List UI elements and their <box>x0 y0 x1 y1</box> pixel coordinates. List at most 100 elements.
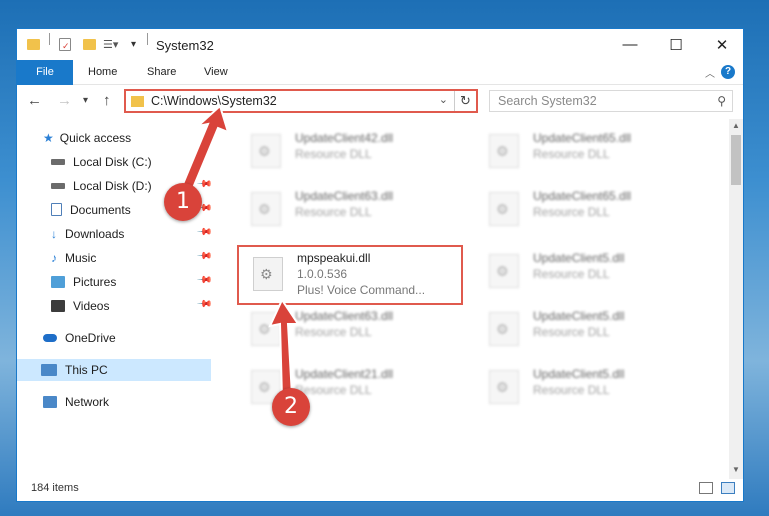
navigation-pane: ★ Quick access Local Disk (C:) Local Disk… <box>17 125 213 465</box>
sidebar-item-label: OneDrive <box>65 331 116 345</box>
refresh-icon[interactable]: ↻ <box>454 91 476 111</box>
pictures-icon <box>51 276 65 288</box>
sidebar-item-pictures[interactable]: Pictures <box>51 271 116 293</box>
music-icon: ♪ <box>51 251 57 265</box>
tab-view[interactable]: View <box>192 60 240 85</box>
file-name: UpdateClient5.dll <box>533 367 625 381</box>
file-item[interactable]: UpdateClient42.dll Resource DLL <box>237 127 457 175</box>
tab-file[interactable]: File <box>17 60 73 85</box>
sidebar-item-local-disk-d[interactable]: Local Disk (D:) <box>51 175 152 197</box>
dll-file-icon <box>489 312 519 346</box>
file-name: UpdateClient5.dll <box>533 251 625 265</box>
navigation-bar: ← → ▾ ↑ C:\Windows\System32 ⌄ ↻ Search S… <box>17 86 743 116</box>
file-name: UpdateClient5.dll <box>533 309 625 323</box>
address-path: C:\Windows\System32 <box>151 94 277 108</box>
scroll-up-icon[interactable]: ▲ <box>729 121 743 133</box>
pin-icon[interactable]: 📌 <box>196 272 213 289</box>
star-icon: ★ <box>43 131 54 145</box>
customize-icon[interactable]: ☰▾ <box>103 38 118 56</box>
file-item[interactable]: UpdateClient65.dll Resource DLL <box>475 127 695 175</box>
large-icons-view-icon[interactable] <box>721 482 735 494</box>
file-list: UpdateClient42.dll Resource DLL UpdateCl… <box>227 119 731 479</box>
address-bar[interactable]: C:\Windows\System32 ⌄ ↻ <box>124 89 478 113</box>
minimize-button[interactable]: — <box>607 29 653 60</box>
file-version: 1.0.0.536 <box>297 267 348 281</box>
step-1-badge: 1 <box>164 183 202 221</box>
sidebar-item-local-disk-c[interactable]: Local Disk (C:) <box>51 151 152 173</box>
drive-icon <box>51 159 65 165</box>
file-item[interactable]: UpdateClient5.dll Resource DLL <box>475 305 695 353</box>
sidebar-item-label: Pictures <box>73 275 117 289</box>
file-name: UpdateClient65.dll <box>533 131 632 145</box>
sidebar-item-label: Documents <box>70 203 131 217</box>
file-item[interactable]: UpdateClient65.dll Resource DLL <box>475 185 695 233</box>
file-item-mpspeakui[interactable]: mpspeakui.dll 1.0.0.536 Plus! Voice Comm… <box>237 245 463 305</box>
sidebar-item-label: Local Disk (D:) <box>73 179 152 193</box>
file-type: Resource DLL <box>295 205 372 219</box>
folder-icon <box>131 96 144 107</box>
file-item[interactable]: UpdateClient21.dll Resource DLL <box>237 363 457 411</box>
file-name: UpdateClient21.dll <box>295 367 394 381</box>
dll-file-icon <box>489 192 519 226</box>
sidebar-item-quick-access[interactable]: ★ Quick access <box>43 127 131 149</box>
sidebar-item-music[interactable]: ♪ Music <box>51 247 96 269</box>
sidebar-item-label: Videos <box>73 299 110 313</box>
file-item[interactable]: UpdateClient63.dll Resource DLL <box>237 185 457 233</box>
sidebar-item-label: Quick access <box>59 131 132 145</box>
file-item[interactable]: UpdateClient63.dll Resource DLL <box>237 305 457 353</box>
file-explorer-window: ✓ ☰▾ ▾ System32 — ☐ ✕ File Home Share Vi… <box>16 28 744 502</box>
documents-icon <box>51 203 62 216</box>
dll-file-icon <box>253 257 283 291</box>
chevron-down-icon[interactable]: ⌄ <box>439 93 448 106</box>
dll-file-icon <box>489 254 519 288</box>
forward-arrow-icon[interactable]: → <box>57 92 72 109</box>
qat-dropdown-icon[interactable]: ▾ <box>131 39 136 57</box>
cloud-icon <box>43 334 57 342</box>
downloads-icon: ↓ <box>51 227 57 241</box>
divider <box>49 33 50 45</box>
expand-ribbon-icon[interactable]: ︿ <box>705 65 715 80</box>
tab-share[interactable]: Share <box>135 60 188 85</box>
file-item[interactable]: UpdateClient5.dll Resource DLL <box>475 247 695 295</box>
search-icon[interactable]: ⚲ <box>717 94 726 108</box>
window-title: System32 <box>156 38 214 53</box>
file-item[interactable]: UpdateClient5.dll Resource DLL <box>475 363 695 411</box>
scroll-down-icon[interactable]: ▼ <box>729 465 743 477</box>
status-bar: 184 items <box>17 477 743 501</box>
file-name: UpdateClient65.dll <box>533 189 632 203</box>
sidebar-item-documents[interactable]: Documents <box>51 199 131 221</box>
recent-locations-icon[interactable]: ▾ <box>83 95 88 106</box>
sidebar-item-label: This PC <box>65 363 108 377</box>
file-type: Resource DLL <box>295 325 372 339</box>
help-icon[interactable]: ? <box>721 65 735 79</box>
pin-icon[interactable]: 📌 <box>196 248 213 265</box>
sidebar-item-this-pc[interactable]: This PC <box>17 359 211 381</box>
scrollbar-thumb[interactable] <box>731 135 741 185</box>
network-icon <box>43 396 57 408</box>
back-arrow-icon[interactable]: ← <box>27 92 42 109</box>
search-input[interactable]: Search System32 ⚲ <box>489 90 733 112</box>
pin-icon[interactable]: 📌 <box>196 224 213 241</box>
sidebar-item-downloads[interactable]: ↓ Downloads <box>51 223 124 245</box>
vertical-scrollbar[interactable]: ▲ ▼ <box>729 119 743 479</box>
details-view-icon[interactable] <box>699 482 713 494</box>
title-bar: ✓ ☰▾ ▾ System32 — ☐ ✕ <box>17 29 743 60</box>
close-button[interactable]: ✕ <box>699 29 743 60</box>
file-type: Resource DLL <box>295 383 372 397</box>
videos-icon <box>51 300 65 312</box>
ribbon: File Home Share View ︿ ? <box>17 60 743 85</box>
sidebar-item-network[interactable]: Network <box>43 391 109 413</box>
sidebar-item-videos[interactable]: Videos <box>51 295 109 317</box>
properties-icon[interactable]: ✓ <box>59 38 71 51</box>
maximize-button[interactable]: ☐ <box>653 29 699 60</box>
tab-home[interactable]: Home <box>76 60 129 85</box>
file-type: Resource DLL <box>533 383 610 397</box>
sidebar-item-label: Network <box>65 395 110 409</box>
item-count: 184 items <box>31 482 79 494</box>
file-name: UpdateClient63.dll <box>295 309 394 323</box>
file-name: UpdateClient63.dll <box>295 189 394 203</box>
sidebar-item-onedrive[interactable]: OneDrive <box>43 327 116 349</box>
pin-icon[interactable]: 📌 <box>196 296 213 313</box>
up-arrow-icon[interactable]: ↑ <box>103 92 111 109</box>
file-type: Resource DLL <box>533 267 610 281</box>
